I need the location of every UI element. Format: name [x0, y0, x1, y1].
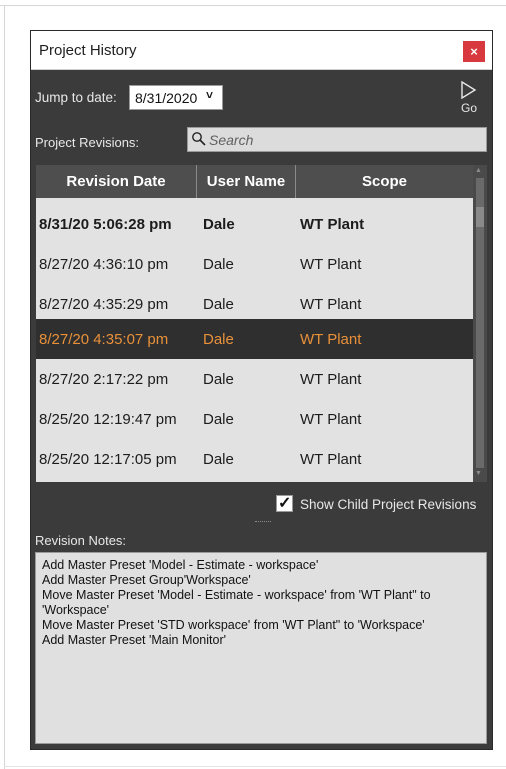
panel-splitter[interactable] — [255, 521, 271, 523]
note-line: Add Master Preset 'Main Monitor' — [42, 633, 227, 647]
row-user: Dale — [203, 216, 235, 233]
row-user: Dale — [203, 331, 234, 348]
row-date: 8/27/20 4:35:07 pm — [39, 331, 169, 348]
row-user: Dale — [203, 296, 234, 313]
vertical-scrollbar[interactable]: ▲ ▼ — [473, 165, 487, 482]
row-scope: WT Plant — [300, 411, 362, 428]
note-line: Move Master Preset 'Model - Estimate - w… — [42, 588, 431, 617]
column-header-user-name[interactable]: User Name — [197, 165, 296, 198]
scroll-down-icon[interactable]: ▼ — [475, 470, 482, 477]
note-line: Add Master Preset 'Model - Estimate - wo… — [42, 558, 319, 572]
row-user: Dale — [203, 371, 234, 388]
row-user: Dale — [203, 256, 234, 273]
search-input[interactable]: Search — [187, 127, 487, 152]
chevron-down-icon: ˅ — [206, 88, 214, 102]
go-button[interactable]: Go — [455, 79, 489, 119]
close-button[interactable]: × — [463, 41, 485, 62]
column-header-scope[interactable]: Scope — [296, 165, 473, 198]
row-scope: WT Plant — [300, 331, 362, 348]
checkmark-icon: ✓ — [278, 495, 292, 512]
outer-frame-top — [0, 5, 506, 6]
play-triangle-icon — [461, 81, 477, 99]
search-icon — [192, 132, 206, 146]
row-date: 8/27/20 4:35:29 pm — [39, 296, 169, 313]
close-icon: × — [470, 44, 478, 59]
jump-to-date-label: Jump to date: — [35, 90, 117, 105]
go-label: Go — [461, 101, 478, 115]
scrollbar-thumb[interactable] — [476, 207, 484, 227]
scroll-up-icon[interactable]: ▲ — [475, 167, 482, 174]
outer-frame-bottom — [4, 766, 506, 767]
project-history-window: Project History × Jump to date: 8/31/202… — [30, 30, 493, 750]
table-row-selected[interactable]: 8/27/20 4:35:07 pm Dale WT Plant — [36, 319, 473, 359]
row-date: 8/27/20 2:17:22 pm — [39, 371, 169, 388]
row-user: Dale — [203, 411, 234, 428]
row-scope: WT Plant — [300, 256, 362, 273]
row-scope: WT Plant — [300, 216, 365, 233]
table-row[interactable]: 8/27/20 4:35:29 pm Dale WT Plant — [36, 284, 473, 324]
column-header-revision-date[interactable]: Revision Date — [36, 165, 197, 198]
table-row[interactable]: 8/25/20 12:19:47 pm Dale WT Plant — [36, 399, 473, 439]
revisions-table: Revision Date User Name Scope 8/31/20 5:… — [36, 165, 487, 482]
window-title: Project History — [39, 42, 137, 59]
row-date: 8/31/20 5:06:28 pm — [39, 216, 172, 233]
date-dropdown-value: 8/31/2020 — [135, 90, 198, 106]
note-line: Add Master Preset Group'Workspace' — [42, 573, 251, 587]
project-revisions-label: Project Revisions: — [35, 135, 140, 150]
row-scope: WT Plant — [300, 451, 362, 468]
revision-notes-box[interactable]: Add Master Preset 'Model - Estimate - wo… — [35, 552, 487, 744]
row-scope: WT Plant — [300, 296, 362, 313]
row-user: Dale — [203, 451, 234, 468]
table-row[interactable]: 8/25/20 12:17:05 pm Dale WT Plant — [36, 439, 473, 479]
show-child-revisions-label[interactable]: Show Child Project Revisions — [300, 497, 476, 512]
revision-notes-label: Revision Notes: — [35, 533, 127, 548]
table-row[interactable]: 8/31/20 5:06:28 pm Dale WT Plant — [36, 204, 473, 244]
table-row[interactable]: 8/27/20 2:17:22 pm Dale WT Plant — [36, 359, 473, 399]
show-child-revisions-checkbox[interactable]: ✓ — [276, 495, 293, 512]
table-row[interactable]: 8/27/20 4:36:10 pm Dale WT Plant — [36, 244, 473, 284]
table-header: Revision Date User Name Scope — [36, 165, 473, 198]
outer-frame-left — [4, 5, 5, 769]
row-date: 8/25/20 12:17:05 pm — [39, 451, 177, 468]
row-scope: WT Plant — [300, 371, 362, 388]
title-bar: Project History × — [31, 31, 492, 70]
row-date: 8/27/20 4:36:10 pm — [39, 256, 169, 273]
row-date: 8/25/20 12:19:47 pm — [39, 411, 177, 428]
note-line: Move Master Preset 'STD workspace' from … — [42, 618, 425, 632]
date-dropdown[interactable]: 8/31/2020 ˅ — [129, 85, 223, 110]
search-placeholder: Search — [209, 132, 254, 148]
